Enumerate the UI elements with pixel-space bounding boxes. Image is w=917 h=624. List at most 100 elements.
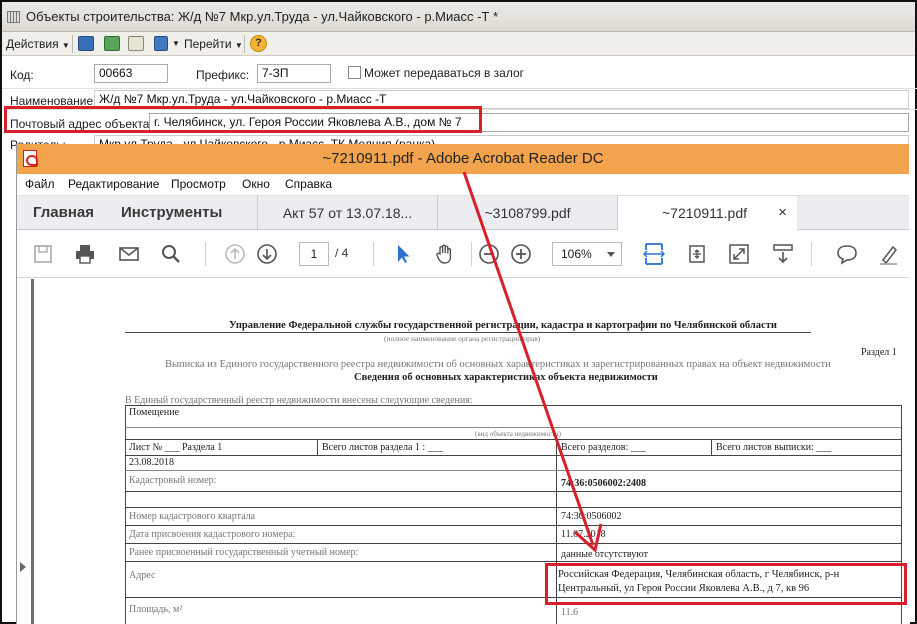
actions-label: Действия [6,37,59,51]
acrobat-tab-bar: Главная Инструменты Акт 57 от 13.07.18..… [17,196,909,231]
pledge-checkbox[interactable] [348,66,361,79]
acrobat-title-bar: ~7210911.pdf - Adobe Acrobat Reader DC [17,144,909,174]
dropdown-icon: ▼ [172,39,180,48]
menu-window[interactable]: Окно [242,177,270,191]
page-number-input[interactable]: 1 [299,242,329,266]
zoom-select[interactable]: 106% [552,242,622,266]
acrobat-menu-bar: Файл Редактирование Просмотр Окно Справк… [17,174,909,196]
page-down-icon[interactable] [255,242,279,266]
doc-cad-num-label: Кадастровый номер: [129,475,217,486]
actions-menu-button[interactable]: Действия ▼ [6,35,70,53]
table-rule [125,439,901,440]
chevron-down-icon [607,252,615,257]
menu-help[interactable]: Справка [285,177,332,191]
table-rule [125,470,901,471]
help-icon[interactable]: ? [250,35,267,52]
doc-extract: Выписка из Единого государственного реес… [165,359,831,370]
mail-icon[interactable] [117,242,141,266]
zoom-value: 106% [561,247,592,261]
select-cursor-icon[interactable] [391,242,415,266]
table-rule [125,525,901,526]
zoom-out-icon[interactable] [477,242,501,266]
address-highlight-box [4,106,482,133]
doc-date: 23.08.2018 [129,457,174,468]
doc-block-label: Номер кадастрового квартала [129,511,256,522]
doc-area-value: 11.6 [561,607,579,618]
table-rule [125,561,901,562]
save-icon[interactable] [31,242,55,266]
doc-tab-act57[interactable]: Акт 57 от 13.07.18... [257,196,437,230]
acrobat-window: ~7210911.pdf - Adobe Acrobat Reader DC Ф… [16,144,910,624]
doc-object-type: Помещение [129,407,180,418]
pdf-icon [23,150,38,167]
onec-window-title: Объекты строительства: Ж/д №7 Мкр.ул.Тру… [26,9,499,24]
table-rule [125,427,901,428]
doc-prev-num-value: данные отсутствуют [561,549,648,560]
dropdown-icon: ▼ [61,41,70,50]
save-icon[interactable] [104,36,120,51]
search-icon[interactable] [159,242,183,266]
acrobat-window-title: ~7210911.pdf - Adobe Acrobat Reader DC [322,150,604,167]
row-divider [2,88,917,89]
goto-label: Перейти [184,37,232,51]
copy-icon[interactable] [128,36,144,51]
fit-width-icon[interactable] [641,242,667,266]
doc-sections-total: Всего разделов: ___ [561,442,646,453]
table-rule [125,455,901,456]
prefix-field[interactable]: 7-ЗП [257,64,331,83]
doc-date-assigned-label: Дата присвоения кадастрового номера: [129,529,296,540]
close-tab-icon[interactable]: × [778,196,787,230]
toolbar-divider [72,35,73,53]
menu-file[interactable]: Файл [25,177,55,191]
save-close-icon[interactable] [78,36,94,51]
menu-view[interactable]: Просмотр [171,177,226,191]
doc-block-value: 74:36:0506002 [561,511,622,522]
doc-address-highlight-box [545,563,907,605]
pdf-document-area[interactable]: Управление Федеральной службы государств… [17,279,910,624]
zoom-in-icon[interactable] [509,242,533,266]
doc-sheets-total: Всего листов раздела 1 : ___ [322,442,443,453]
pledge-label: Может передаваться в залог [364,66,525,80]
acrobat-toolbar: 1 / 4 106% [17,230,909,278]
toolbar-divider [244,35,245,53]
tab-home[interactable]: Главная [33,196,94,230]
toolbar-divider [205,242,206,266]
tab-tools[interactable]: Инструменты [121,196,222,230]
highlight-pen-icon[interactable] [877,242,901,266]
comment-icon[interactable] [835,242,859,266]
table-rule [125,507,901,508]
doc-area-label: Площадь, м² [129,604,183,615]
menu-edit[interactable]: Редактирование [68,177,159,191]
table-rule [125,543,901,544]
onec-title-bar: Объекты строительства: Ж/д №7 Мкр.ул.Тру… [2,2,915,32]
toolbar-divider [811,242,812,266]
doc-section: Раздел 1 [861,347,897,358]
code-label: Код: [10,68,34,82]
side-panel-toggle-icon[interactable] [20,562,26,572]
page-up-icon[interactable] [223,242,247,266]
doc-prev-num-label: Ранее присвоенный государственный учетны… [129,547,359,558]
print-icon[interactable] [73,242,97,266]
doc-tab-7210911[interactable]: ~7210911.pdf × [617,196,797,231]
table-rule [125,405,901,406]
hand-tool-icon[interactable] [433,242,457,266]
doc-date-assigned-value: 11.07.2018 [561,529,606,540]
code-field[interactable]: 00663 [94,64,168,83]
doc-tab-3108799[interactable]: ~3108799.pdf [437,196,617,230]
dropdown-icon: ▼ [234,41,243,50]
doc-header: Управление Федеральной службы государств… [229,320,777,331]
goto-menu-button[interactable]: Перейти ▼ [184,35,243,53]
table-rule [125,405,126,624]
rotate-view-icon[interactable] [685,242,709,266]
scroll-mode-icon[interactable] [771,242,795,266]
doc-cad-num-value: 74:36:0506002:2408 [561,478,646,489]
fullscreen-icon[interactable] [727,242,751,266]
prefix-label: Префикс: [196,68,250,82]
doc-rule [125,332,811,333]
form-icon [7,11,20,23]
page-total: / 4 [335,246,349,260]
doc-tab-label: ~7210911.pdf [662,205,747,221]
onec-toolbar: Действия ▼ ▼ Перейти ▼ ? [2,32,915,56]
doc-address-label: Адрес [129,570,156,581]
structure-icon[interactable] [154,36,168,51]
